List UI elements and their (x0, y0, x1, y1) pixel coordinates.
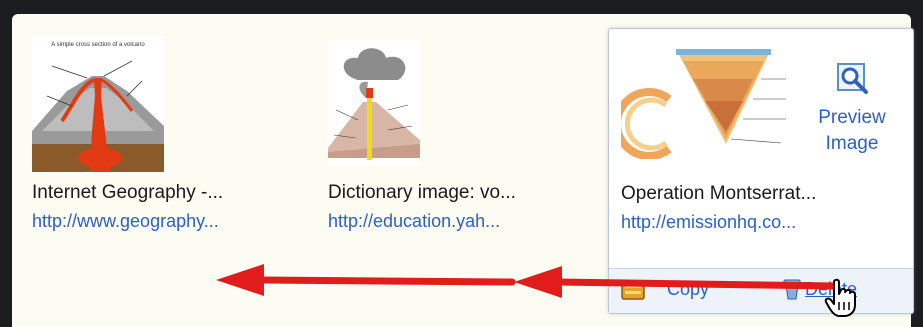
arrow-left-icon (216, 264, 840, 298)
image-results-panel: A simple cross section of a volcano Inte… (12, 14, 914, 327)
hand-cursor-icon (824, 278, 856, 317)
